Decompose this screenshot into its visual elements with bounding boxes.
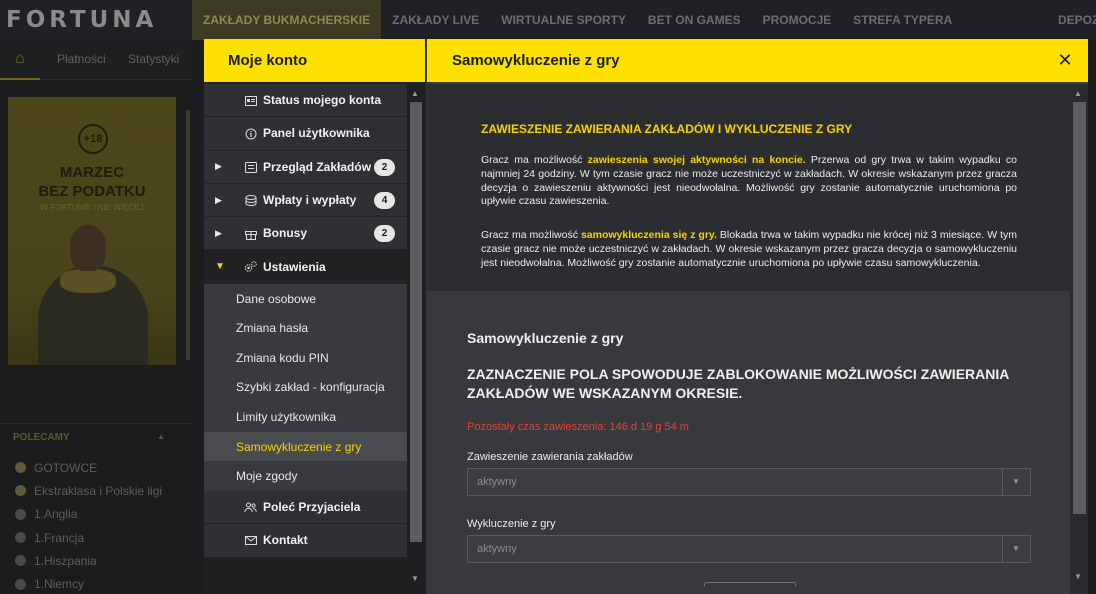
menu-scrollbar[interactable]: ▲ ▼	[407, 84, 425, 594]
exclusion-label: Wykluczenie z gry	[467, 518, 556, 530]
warning-text: ZAZNACZENIE POLA SPOWODUJE ZABLOKOWANIE …	[467, 366, 1009, 401]
menu-item-wplaty-wyplaty[interactable]: ▶ Wpłaty i wypłaty 4	[204, 183, 407, 218]
menu-item-ustawienia[interactable]: ▼ Ustawienia	[204, 250, 407, 284]
ball-icon	[15, 578, 26, 590]
list-item[interactable]: 1.Francja	[0, 526, 192, 549]
menu-item-bonusy[interactable]: ▶ Bonusy 2	[204, 217, 407, 251]
gift-icon	[244, 227, 257, 240]
list-item[interactable]: 1.Niemcy	[0, 572, 192, 594]
list-item[interactable]: 1.Anglia	[0, 503, 192, 526]
submenu-moje-zgody[interactable]: Moje zgody	[204, 461, 407, 491]
menu-item-status-konta[interactable]: Status mojego konta	[204, 84, 407, 118]
count-badge: 2	[374, 158, 395, 176]
users-icon	[244, 501, 257, 514]
scroll-up-icon[interactable]: ▲	[1074, 89, 1082, 98]
caret-right-icon: ▶	[215, 227, 222, 238]
content-panel: Samowykluczenie z gry ✕ ZAWIESZENIE ZAWI…	[426, 39, 1088, 594]
content-scroll-thumb[interactable]	[1073, 102, 1086, 514]
suspension-label: Zawieszenie zawierania zakładów	[467, 451, 633, 463]
star-icon	[15, 485, 26, 497]
ticket-icon	[244, 161, 257, 174]
submenu-limity-uzytkownika[interactable]: Limity użytkownika	[204, 402, 407, 432]
submenu-samowykluczenie[interactable]: Samowykluczenie z gry	[204, 431, 407, 462]
ball-icon	[15, 555, 26, 567]
account-menu: Moje konto Status mojego konta Panel uży…	[204, 39, 426, 594]
chevron-down-icon[interactable]: ▼	[1012, 477, 1020, 486]
nav-zaklady-live[interactable]: ZAKŁADY LIVE	[381, 0, 490, 40]
content-scrollbar[interactable]: ▲ ▼	[1070, 84, 1088, 594]
polecamy-title: POLECAMY	[13, 432, 70, 443]
tab-statystyki[interactable]: Statystyki	[128, 52, 179, 66]
submenu-dane-osobowe[interactable]: Dane osobowe	[204, 283, 407, 314]
exclusion-select[interactable]: aktywny ▼	[467, 535, 1031, 563]
menu-item-panel-uzytkownika[interactable]: Panel użytkownika	[204, 117, 407, 151]
polecamy-section: POLECAMY ▲	[0, 423, 192, 451]
sidebar-scrollbar[interactable]	[186, 110, 190, 360]
menu-item-polec-przyjaciela[interactable]: Poleć Przyjaciela	[204, 490, 407, 525]
star-icon	[15, 462, 26, 474]
submenu-zmiana-hasla[interactable]: Zmiana hasła	[204, 313, 407, 343]
submenu-szybki-zaklad[interactable]: Szybki zakład - konfiguracja	[204, 372, 407, 403]
banner-title: MARZEC BEZ PODATKU	[38, 164, 146, 200]
nav-strefa-typera[interactable]: STREFA TYPERA	[842, 0, 963, 40]
caret-down-icon: ▼	[215, 261, 225, 273]
scroll-up-icon[interactable]: ▲	[411, 89, 419, 98]
nav-zaklady-bukmacherskie[interactable]: ZAKŁADY BUKMACHERSKIE	[192, 0, 382, 40]
info-paragraph: Gracz ma możliwość zawieszenia swojej ak…	[481, 154, 1018, 208]
fortuna-logo[interactable]: FORTUNA	[0, 0, 192, 40]
nav-wirtualne-sporty[interactable]: WIRTUALNE SPORTY	[490, 0, 637, 40]
home-icon[interactable]: ⌂	[0, 40, 40, 80]
caret-right-icon: ▶	[215, 161, 222, 172]
section-title: Samowykluczenie z gry	[467, 330, 624, 346]
caret-right-icon: ▶	[215, 194, 222, 205]
count-badge: 2	[374, 225, 395, 243]
promo-banner[interactable]: +18 MARZEC BEZ PODATKU W FORTUNIE I NIE …	[8, 97, 176, 365]
ball-icon	[15, 532, 26, 544]
nav-bet-on-games[interactable]: BET ON GAMES	[637, 0, 752, 40]
id-card-icon	[244, 94, 257, 107]
league-list: GOTOWCE Ekstraklasa i Polskie ligi 1.Ang…	[0, 456, 192, 594]
sub-nav: ⌂ Płatności Statystyki	[0, 40, 192, 80]
list-item[interactable]: 1.Hiszpania	[0, 549, 192, 572]
scroll-down-icon[interactable]: ▼	[411, 574, 419, 583]
menu-item-kontakt[interactable]: Kontakt	[204, 524, 407, 558]
site-header: FORTUNA ZAKŁADY BUKMACHERSKIE ZAKŁADY LI…	[0, 0, 1096, 40]
tab-platnosci[interactable]: Płatności	[57, 52, 106, 66]
content-body: ZAWIESZENIE ZAWIERANIA ZAKŁADÓW I WYKLUC…	[427, 84, 1070, 586]
info-icon	[244, 127, 257, 140]
content-header: Samowykluczenie z gry ✕	[427, 39, 1088, 82]
banner-subtitle: W FORTUNIE I NIE WIĘCEJ	[40, 203, 144, 212]
envelope-icon	[244, 534, 257, 547]
account-menu-list: Status mojego konta Panel użytkownika ▶ …	[204, 84, 407, 558]
account-menu-title: Moje konto	[204, 39, 425, 82]
info-paragraph: Gracz ma możliwość samowykluczenia się z…	[481, 229, 1017, 269]
menu-item-przeglad-zakladow[interactable]: ▶ Przegląd Zakładów 2	[204, 150, 407, 184]
suspension-select[interactable]: aktywny ▼	[467, 468, 1031, 496]
list-item[interactable]: Ekstraklasa i Polskie ligi	[0, 479, 192, 502]
coins-icon	[244, 194, 257, 207]
top-nav: ZAKŁADY BUKMACHERSKIE ZAKŁADY LIVE WIRTU…	[192, 0, 1096, 40]
content-title: Samowykluczenie z gry	[452, 52, 620, 69]
chevron-down-icon[interactable]: ▼	[1012, 544, 1020, 553]
info-title: ZAWIESZENIE ZAWIERANIA ZAKŁADÓW I WYKLUC…	[481, 122, 853, 136]
submit-button[interactable]	[704, 582, 796, 586]
list-item[interactable]: GOTOWCE	[0, 456, 192, 479]
nav-depozyt[interactable]: DEPOZY	[1058, 0, 1096, 40]
chevron-up-icon[interactable]: ▲	[157, 432, 165, 441]
scroll-down-icon[interactable]: ▼	[1074, 572, 1082, 581]
count-badge: 4	[374, 191, 395, 209]
close-icon[interactable]: ✕	[1056, 51, 1074, 69]
gears-icon	[244, 260, 257, 273]
submenu-zmiana-kodu-pin[interactable]: Zmiana kodu PIN	[204, 342, 407, 373]
nav-promocje[interactable]: PROMOCJE	[752, 0, 843, 40]
ball-icon	[15, 508, 26, 520]
info-box: ZAWIESZENIE ZAWIERANIA ZAKŁADÓW I WYKLUC…	[427, 84, 1070, 291]
remaining-time: Pozostały czas zawieszenia: 146 d 19 g 5…	[467, 421, 689, 433]
menu-scroll-thumb[interactable]	[410, 102, 422, 542]
age-limit-icon: +18	[78, 124, 108, 154]
